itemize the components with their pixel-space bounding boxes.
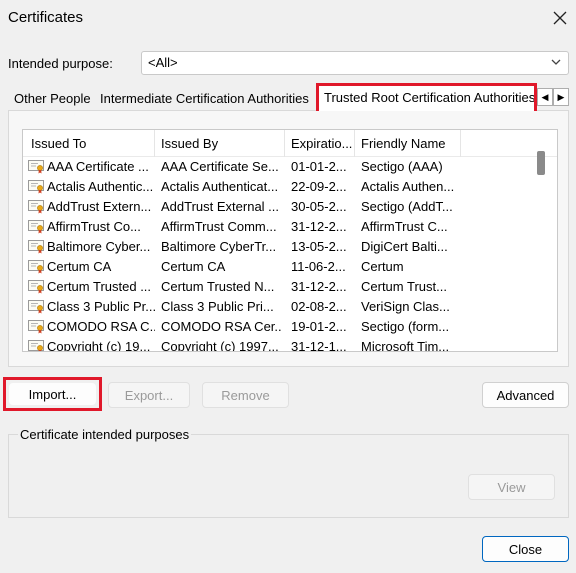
table-cell: Certum Trust... [361,279,447,294]
list-scrollbar-thumb[interactable] [537,151,545,175]
import-button[interactable]: Import... [9,383,96,405]
column-header-issued-to[interactable]: Issued To [31,136,86,151]
table-row[interactable]: Copyright (c) 19... Copyright (c) 1997...… [23,337,543,352]
table-row[interactable]: AddTrust Extern... AddTrust External ... 3… [23,197,543,217]
certificate-icon [28,260,44,274]
table-cell: Actalis Authentic... [47,179,154,194]
table-row[interactable]: Actalis Authentic... Actalis Authenticat.… [23,177,543,197]
certificate-icon [28,200,44,214]
table-cell: Class 3 Public Pri... [161,299,274,314]
certificate-icon [28,220,44,234]
table-cell: COMODO RSA C... [47,319,155,334]
table-cell: 02-08-2... [291,299,347,314]
close-icon[interactable] [548,6,572,30]
close-button[interactable]: Close [482,536,569,562]
tab-trusted-root-ca[interactable]: Trusted Root Certification Authorities [316,83,537,114]
intended-purpose-label: Intended purpose: [8,56,113,71]
table-row[interactable]: Certum CA Certum CA 11-06-2... Certum [23,257,543,277]
table-cell: DigiCert Balti... [361,239,448,254]
table-cell: Baltimore CyberTr... [161,239,277,254]
table-cell: 31-12-2... [291,219,347,234]
purposes-label: Certificate intended purposes [18,427,192,442]
table-cell: AAA Certificate Se... [161,159,279,174]
arrow-left-icon[interactable]: ◀ [537,88,553,106]
column-header-issued-by[interactable]: Issued By [161,136,218,151]
table-cell: Copyright (c) 19... [47,339,151,352]
table-cell: Certum CA [161,259,226,274]
export-button[interactable]: Export... [108,382,190,408]
table-cell: 11-06-2... [291,259,346,274]
column-header-expiration[interactable]: Expiratio... [291,136,352,151]
table-cell: 22-09-2... [291,179,347,194]
table-cell: 19-01-2... [291,319,347,334]
table-cell: 01-01-2... [291,159,347,174]
tab-intermediate-ca[interactable]: Intermediate Certification Authorities [96,89,313,111]
certificate-icon [28,180,44,194]
table-cell: AffirmTrust C... [361,219,448,234]
table-cell: Certum [361,259,404,274]
table-cell: AffirmTrust Comm... [161,219,277,234]
intended-purpose-value: <All> [148,55,178,70]
certificate-icon [28,320,44,334]
table-cell: COMODO RSA Cer... [161,319,281,334]
table-cell: Copyright (c) 1997... [161,339,279,352]
arrow-right-icon[interactable]: ▶ [553,88,569,106]
table-cell: Class 3 Public Pr... [47,299,155,314]
table-row[interactable]: COMODO RSA C... COMODO RSA Cer... 19-01-2.… [23,317,543,337]
table-row[interactable]: Certum Trusted ... Certum Trusted N... 31-… [23,277,543,297]
table-cell: 30-05-2... [291,199,347,214]
table-cell: AffirmTrust Co... [47,219,141,234]
table-cell: Sectigo (AddT... [361,199,453,214]
table-cell: Actalis Authen... [361,179,455,194]
table-cell: Certum CA [47,259,112,274]
table-row[interactable]: AffirmTrust Co... AffirmTrust Comm... 31-1… [23,217,543,237]
chevron-down-icon [550,56,562,71]
certificate-icon [28,160,44,174]
table-row[interactable]: Class 3 Public Pr... Class 3 Public Pri..… [23,297,543,317]
certificate-icon [28,240,44,254]
table-cell: Certum Trusted ... [47,279,152,294]
table-row[interactable]: AAA Certificate ... AAA Certificate Se...… [23,157,543,177]
table-cell: Sectigo (AAA) [361,159,443,174]
list-header: Issued To Issued By Expiratio... Friendl… [23,130,557,157]
certificate-icon [28,300,44,314]
table-cell: AAA Certificate ... [47,159,149,174]
certificate-icon [28,280,44,294]
table-cell: AddTrust External ... [161,199,280,214]
table-cell: 31-12-1... [291,339,347,352]
table-cell: Certum Trusted N... [161,279,275,294]
remove-button[interactable]: Remove [202,382,289,408]
column-header-friendly-name[interactable]: Friendly Name [361,136,446,151]
table-row[interactable]: Baltimore Cyber... Baltimore CyberTr... 13… [23,237,543,257]
advanced-button[interactable]: Advanced [482,382,569,408]
table-cell: Actalis Authenticat... [161,179,279,194]
certificate-icon [28,340,44,351]
intended-purpose-select[interactable]: <All> [141,51,569,75]
table-cell: Baltimore Cyber... [47,239,151,254]
table-cell: VeriSign Clas... [361,299,450,314]
tab-other-people[interactable]: Other People [10,89,95,111]
window-title: Certificates [8,9,84,26]
table-cell: AddTrust Extern... [47,199,152,214]
table-cell: 31-12-2... [291,279,347,294]
certificate-list[interactable]: Issued To Issued By Expiratio... Friendl… [22,129,558,352]
table-cell: Sectigo (form... [361,319,450,334]
table-cell: Microsoft Tim... [361,339,450,352]
table-cell: 13-05-2... [291,239,347,254]
view-button[interactable]: View [468,474,555,500]
